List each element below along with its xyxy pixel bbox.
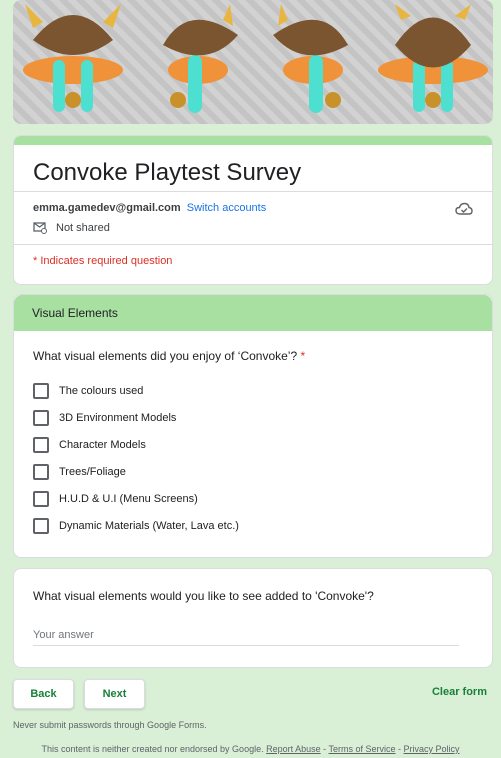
report-abuse-link[interactable]: Report Abuse <box>266 744 321 754</box>
form-title: Convoke Playtest Survey <box>33 159 302 186</box>
account-email-text: emma.gamedev@gmail.com <box>33 202 181 214</box>
mail-not-shared-icon <box>33 222 47 234</box>
section-card: Visual Elements What visual elements did… <box>13 294 493 558</box>
footer: This content is neither created nor endo… <box>0 744 501 754</box>
back-button[interactable]: Back <box>13 679 74 709</box>
checkbox-option[interactable]: Dynamic Materials (Water, Lava etc.) <box>33 512 492 539</box>
footer-separator: - <box>395 744 404 754</box>
checkbox[interactable] <box>33 490 49 507</box>
account-email: emma.gamedev@gmail.com Switch accounts <box>33 202 266 214</box>
checkbox[interactable] <box>33 436 49 453</box>
character-turnaround-illustration <box>23 4 488 113</box>
checkbox-option[interactable]: H.U.D & U.I (Menu Screens) <box>33 485 492 512</box>
checkbox-option[interactable]: Character Models <box>33 431 492 458</box>
question-title: What visual elements did you enjoy of ‘C… <box>33 349 492 363</box>
clear-form-button[interactable]: Clear form <box>432 686 487 698</box>
question-text: What visual elements did you enjoy of ‘C… <box>33 349 298 363</box>
footer-disclaimer: This content is neither created nor endo… <box>41 744 264 754</box>
terms-link[interactable]: Terms of Service <box>329 744 396 754</box>
question-card: What visual elements would you like to s… <box>13 568 493 668</box>
section-header: Visual Elements <box>14 295 492 331</box>
option-label: Character Models <box>59 438 146 451</box>
option-label: The colours used <box>59 384 144 397</box>
checkbox-option[interactable]: Trees/Foliage <box>33 458 492 485</box>
answer-input[interactable]: Your answer <box>33 625 459 646</box>
header-banner-image <box>13 0 493 124</box>
form-header-card: Convoke Playtest Survey emma.gamedev@gma… <box>13 135 493 285</box>
not-shared-label: Not shared <box>56 222 110 234</box>
cloud-saved-icon <box>455 202 473 215</box>
checkbox-group: The colours used 3D Environment Models C… <box>33 377 492 539</box>
theme-accent-bar <box>14 136 492 145</box>
account-row: emma.gamedev@gmail.com Switch accounts N… <box>14 192 492 244</box>
not-shared-status: Not shared <box>33 222 110 234</box>
checkbox-option[interactable]: The colours used <box>33 377 492 404</box>
checkbox[interactable] <box>33 409 49 426</box>
switch-accounts-link[interactable]: Switch accounts <box>187 202 266 214</box>
checkbox-option[interactable]: 3D Environment Models <box>33 404 492 431</box>
required-asterisk: * <box>300 349 306 363</box>
checkbox[interactable] <box>33 382 49 399</box>
privacy-link[interactable]: Privacy Policy <box>404 744 460 754</box>
option-label: 3D Environment Models <box>59 411 177 424</box>
checkbox[interactable] <box>33 463 49 480</box>
next-button[interactable]: Next <box>84 679 145 709</box>
footer-separator: - <box>320 744 329 754</box>
required-note: * Indicates required question <box>33 255 173 267</box>
question-text: What visual elements would you like to s… <box>33 589 374 603</box>
password-warning: Never submit passwords through Google Fo… <box>13 720 207 730</box>
option-label: Dynamic Materials (Water, Lava etc.) <box>59 519 239 532</box>
checkbox[interactable] <box>33 517 49 534</box>
option-label: Trees/Foliage <box>59 465 126 478</box>
option-label: H.U.D & U.I (Menu Screens) <box>59 492 198 505</box>
